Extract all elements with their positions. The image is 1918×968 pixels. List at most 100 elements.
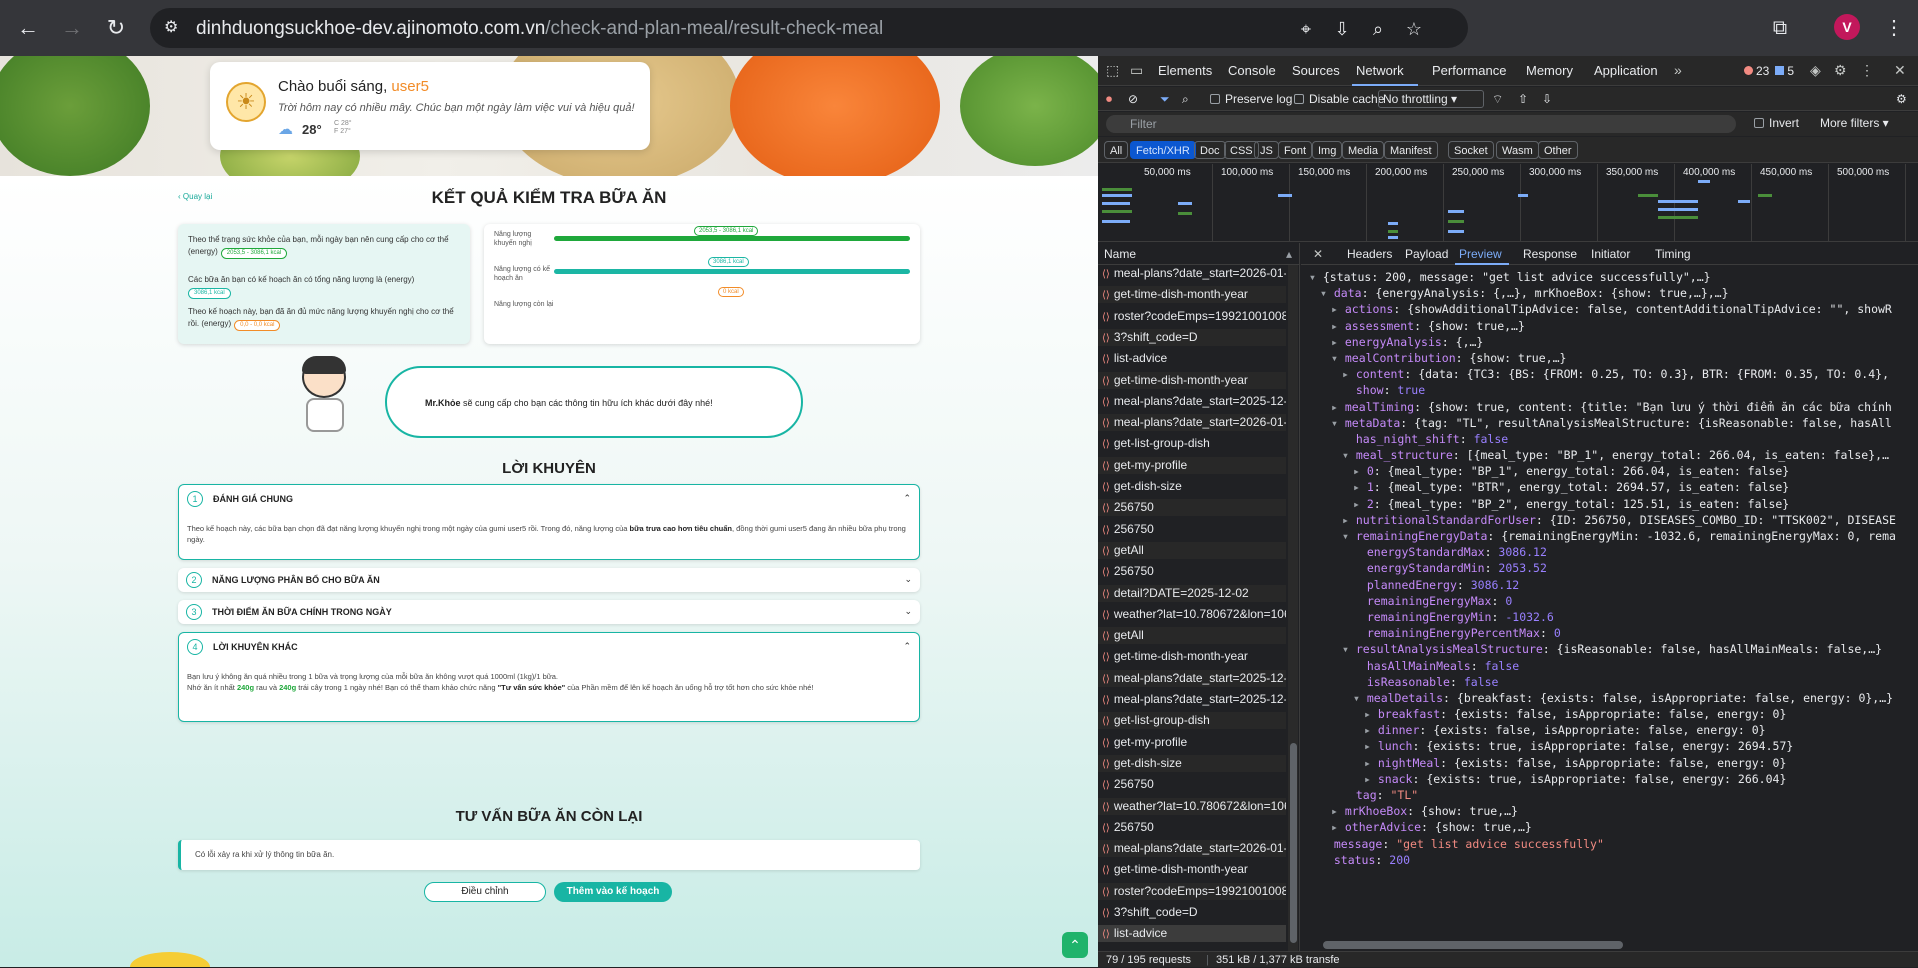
accordion-general-assessment[interactable]: 1 ĐÁNH GIÁ CHUNG ⌃ Theo kế hoạch này, cá… — [178, 484, 920, 560]
chip-font[interactable]: Font — [1278, 141, 1313, 159]
request-row[interactable]: ⟨⟩ detail?DATE=2025-12-02 — [1098, 584, 1286, 602]
chip-img[interactable]: Img — [1312, 141, 1343, 159]
tab-memory[interactable]: Memory — [1526, 63, 1573, 78]
request-row[interactable]: ⟨⟩ 256750 — [1098, 819, 1286, 836]
collapsed-triangle-icon[interactable]: ▸ — [1331, 400, 1345, 414]
json-tree-row[interactable]: ▸ lunch: {exists: true, isAppropriate: f… — [1301, 738, 1918, 754]
json-tree-row[interactable]: has_night_shift: false — [1301, 431, 1918, 447]
json-tree-row[interactable]: message: "get list advice successfully" — [1301, 836, 1918, 852]
collapsed-triangle-icon[interactable]: ▸ — [1331, 335, 1345, 349]
zoom-icon[interactable]: ⌕ — [1366, 17, 1390, 41]
name-column-header[interactable]: Name ▴ — [1098, 243, 1299, 265]
scroll-to-top-icon[interactable]: ⌃ — [1062, 932, 1088, 958]
chip-all[interactable]: All — [1104, 141, 1129, 159]
json-tree-row[interactable]: plannedEnergy: 3086.12 — [1301, 577, 1918, 593]
accordion-other-advice[interactable]: 4 LỜI KHUYÊN KHÁC ⌃ Bạn lưu ý không ăn q… — [178, 632, 920, 722]
json-tree-row[interactable]: isReasonable: false — [1301, 674, 1918, 690]
reload-icon[interactable]: ↻ — [102, 14, 130, 42]
request-row[interactable]: ⟨⟩ get-time-dish-month-year — [1098, 648, 1286, 665]
chevron-down-icon[interactable]: ⌄ — [904, 574, 912, 585]
request-row[interactable]: ⟨⟩ 256750 — [1098, 563, 1286, 580]
collapsed-triangle-icon[interactable]: ▸ — [1364, 772, 1378, 786]
chip-doc[interactable]: Doc — [1194, 141, 1226, 159]
adjust-button[interactable]: Điều chỉnh — [424, 882, 546, 902]
throttling-select[interactable]: No throttling ▾ — [1378, 90, 1484, 108]
extensions-icon[interactable]: ⧉ — [1766, 14, 1794, 42]
json-tree-row[interactable]: remainingEnergyPercentMax: 0 — [1301, 625, 1918, 641]
json-tree-row[interactable]: ▾ metaData: {tag: "TL", resultAnalysisMe… — [1301, 415, 1918, 431]
scrollbar-thumb[interactable] — [1290, 743, 1297, 943]
network-conditions-icon[interactable]: ⌔ — [1492, 92, 1503, 107]
json-tree-row[interactable]: ▸ nutritionalStandardForUser: {ID: 25675… — [1301, 512, 1918, 528]
collapsed-triangle-icon[interactable]: ▸ — [1353, 464, 1367, 478]
collapsed-triangle-icon[interactable]: ▸ — [1364, 756, 1378, 770]
more-filters-dropdown[interactable]: More filters ▾ — [1820, 116, 1889, 130]
request-row[interactable]: ⟨⟩meal-plans?date_start=2025-12-01&... — [1098, 691, 1286, 708]
request-row[interactable]: ⟨⟩ get-list-group-dish — [1098, 435, 1286, 452]
json-tree-row[interactable]: ▾ resultAnalysisMealStructure: {isReason… — [1301, 641, 1918, 657]
chip-js[interactable]: JS — [1254, 141, 1279, 159]
tab-preview[interactable]: Preview — [1459, 247, 1502, 261]
collapsed-triangle-icon[interactable]: ▸ — [1353, 497, 1367, 511]
tab-sources[interactable]: Sources — [1292, 63, 1340, 78]
tab-network[interactable]: Network — [1356, 63, 1404, 78]
add-to-plan-button[interactable]: Thêm vào kế hoạch — [554, 882, 672, 902]
json-tree-row[interactable]: ▸ actions: {showAdditionalTipAdvice: fal… — [1301, 301, 1918, 317]
json-tree-row[interactable]: ▸ mealTiming: {show: true, content: {tit… — [1301, 399, 1918, 415]
request-row[interactable]: ⟨⟩ get-my-profile — [1098, 734, 1286, 751]
inspect-icon[interactable]: ⬚ — [1106, 62, 1119, 79]
json-tree-row[interactable]: status: 200 — [1301, 852, 1918, 868]
tab-console[interactable]: Console — [1228, 63, 1276, 78]
request-row[interactable]: ⟨⟩ getAll — [1098, 541, 1286, 559]
json-tree-row[interactable]: ▾ mealDetails: {breakfast: {exists: fals… — [1301, 690, 1918, 706]
request-row[interactable]: ⟨⟩ get-time-dish-month-year — [1098, 861, 1286, 878]
request-row[interactable]: ⟨⟩ get-dish-size — [1098, 754, 1286, 772]
expanded-triangle-icon[interactable]: ▾ — [1331, 416, 1345, 430]
tab-response[interactable]: Response — [1523, 247, 1577, 261]
request-row[interactable]: ⟨⟩weather?lat=10.780672&lon=106.64... — [1098, 606, 1286, 623]
location-icon[interactable]: ⌖ — [1294, 17, 1318, 41]
collapsed-triangle-icon[interactable]: ▸ — [1331, 302, 1345, 316]
accordion-energy-distribution[interactable]: 2 NĂNG LƯỢNG PHÂN BỔ CHO BỮA ĂN ⌄ — [178, 568, 920, 592]
json-tree-row[interactable]: ▸ breakfast: {exists: false, isAppropria… — [1301, 706, 1918, 722]
request-row[interactable]: ⟨⟩weather?lat=10.780672&lon=106.64... — [1098, 797, 1286, 815]
filter-input[interactable]: Filter — [1106, 115, 1736, 133]
request-row[interactable]: ⟨⟩meal-plans?date_start=2025-12-01&... — [1098, 393, 1286, 410]
json-tree-row[interactable]: ▸ content: {data: {TC3: {BS: {FROM: 0.25… — [1301, 366, 1918, 382]
close-detail-icon[interactable]: ✕ — [1313, 247, 1323, 261]
expanded-triangle-icon[interactable]: ▾ — [1342, 642, 1356, 656]
request-row[interactable]: ⟨⟩ getAll — [1098, 627, 1286, 645]
request-row[interactable]: ⟨⟩ list-advice — [1098, 350, 1286, 367]
request-row[interactable]: ⟨⟩meal-plans?date_start=2025-12-01&... — [1098, 669, 1286, 687]
json-tree-row[interactable]: ▸ snack: {exists: true, isAppropriate: f… — [1301, 771, 1918, 787]
json-tree-row[interactable]: ▾ meal_structure: [{meal_type: "BP_1", e… — [1301, 447, 1918, 463]
json-tree-row[interactable]: ▸ nightMeal: {exists: false, isAppropria… — [1301, 755, 1918, 771]
json-tree-row[interactable]: ▾ data: {energyAnalysis: {,…}, mrKhoeBox… — [1301, 285, 1918, 301]
request-row[interactable]: ⟨⟩ 256750 — [1098, 776, 1286, 793]
expanded-triangle-icon[interactable]: ▾ — [1342, 529, 1356, 543]
json-tree-row[interactable]: energyStandardMax: 3086.12 — [1301, 544, 1918, 560]
close-icon[interactable]: ✕ — [1894, 62, 1906, 79]
json-tree-row[interactable]: ▸ assessment: {show: true,…} — [1301, 318, 1918, 334]
json-tree-row[interactable]: ▾ {status: 200, message: "get list advic… — [1301, 269, 1918, 285]
json-tree-row[interactable]: ▸ 2: {meal_type: "BP_2", energy_total: 1… — [1301, 496, 1918, 512]
json-tree-row[interactable]: hasAllMainMeals: false — [1301, 658, 1918, 674]
request-row[interactable]: ⟨⟩meal-plans?date_start=2026-01-01&... — [1098, 840, 1286, 858]
expanded-triangle-icon[interactable]: ▾ — [1342, 448, 1356, 462]
collapsed-triangle-icon[interactable]: ▸ — [1342, 513, 1356, 527]
preserve-log-checkbox[interactable]: Preserve log — [1210, 92, 1292, 106]
search-icon[interactable]: ⌕ — [1182, 92, 1189, 107]
tab-initiator[interactable]: Initiator — [1591, 247, 1630, 261]
request-row[interactable]: ⟨⟩meal-plans?date_start=2026-01-01&... — [1098, 414, 1286, 432]
json-tree-row[interactable]: ▸ mrKhoeBox: {show: true,…} — [1301, 803, 1918, 819]
forward-arrow-icon[interactable]: → — [58, 14, 86, 42]
json-tree-row[interactable]: ▸ 1: {meal_type: "BTR", energy_total: 26… — [1301, 479, 1918, 495]
back-arrow-icon[interactable]: ← — [14, 14, 42, 42]
request-row[interactable]: ⟨⟩ 3?shift_code=D — [1098, 328, 1286, 346]
collapsed-triangle-icon[interactable]: ▸ — [1364, 707, 1378, 721]
collapsed-triangle-icon[interactable]: ▸ — [1331, 319, 1345, 333]
json-tree-row[interactable]: ▾ mealContribution: {show: true,…} — [1301, 350, 1918, 366]
export-har-icon[interactable]: ⇩ — [1542, 92, 1552, 106]
request-row[interactable]: ⟨⟩ get-list-group-dish — [1098, 712, 1286, 730]
json-tree-row[interactable]: ▸ dinner: {exists: false, isAppropriate:… — [1301, 722, 1918, 738]
